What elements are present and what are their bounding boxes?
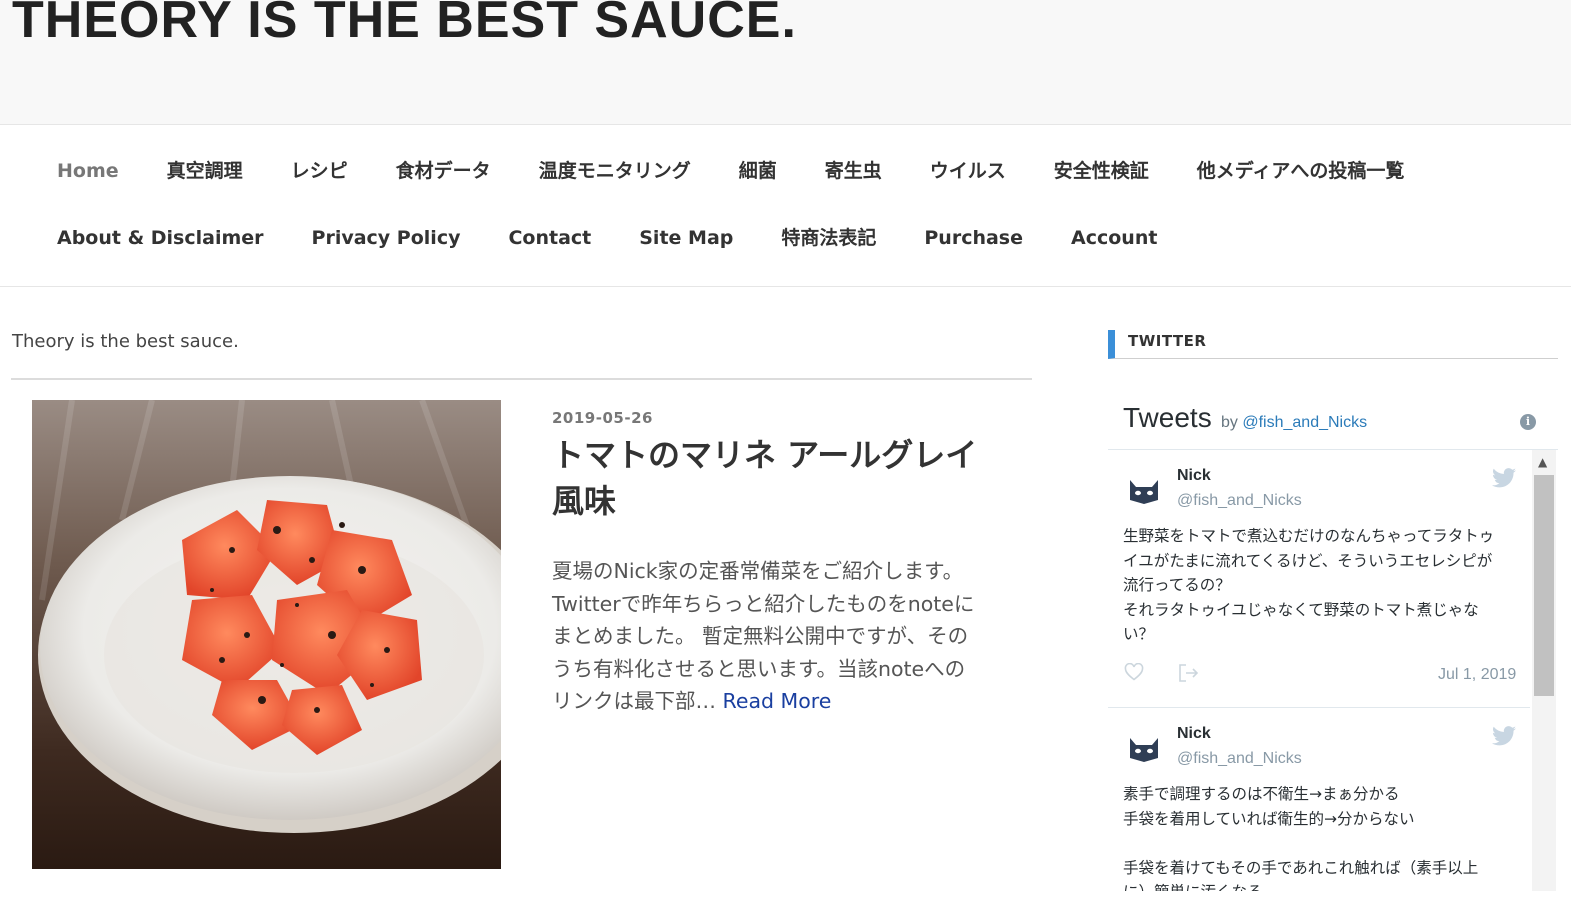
content-divider (11, 378, 1032, 380)
tweet-author-name[interactable]: Nick (1177, 725, 1211, 743)
nav-item-legal-notice[interactable]: 特商法表記 (781, 225, 876, 251)
tweets-label[interactable]: Tweets (1123, 402, 1212, 434)
tweet-text-line: 手袋を着けてもその手であれこれ触れば（素手以上 (1123, 858, 1479, 877)
timeline-scrollbar[interactable]: ▲ (1532, 450, 1556, 891)
nav-row-2: About & Disclaimer Privacy Policy Contac… (57, 225, 1157, 251)
site-title[interactable]: THEORY IS THE BEST SAUCE. (12, 0, 797, 50)
tweet-list[interactable]: Nick @fish_and_Nicks 生野菜をトマトで煮込むだけのなんちゃっ… (1108, 450, 1558, 891)
twitter-bird-icon[interactable] (1492, 468, 1516, 488)
twitter-widget-title: TWITTER (1108, 330, 1558, 359)
tweets-by: by @fish_and_Nicks (1221, 414, 1367, 432)
twitter-timeline: Tweets by @fish_and_Nicks i Nick @fish_a… (1108, 388, 1558, 891)
info-icon[interactable]: i (1520, 414, 1536, 430)
tweet-author-handle[interactable]: @fish_and_Nicks (1177, 750, 1302, 768)
tweet-text-line: に）簡単に汚くなる (1123, 880, 1523, 891)
scrollbar-thumb[interactable] (1534, 475, 1554, 696)
tweet[interactable]: Nick @fish_and_Nicks 素手で調理するのは不衛生→まぁ分かる … (1108, 708, 1530, 891)
timeline-handle-link[interactable]: @fish_and_Nicks (1242, 414, 1367, 431)
nav-item-temperature-monitoring[interactable]: 温度モニタリング (539, 158, 691, 184)
post-thumbnail[interactable] (32, 400, 501, 869)
site-tagline: Theory is the best sauce. (12, 331, 239, 352)
nav-item-privacy-policy[interactable]: Privacy Policy (312, 225, 461, 251)
nav-item-contact[interactable]: Contact (508, 225, 591, 251)
tweet-author-name[interactable]: Nick (1177, 467, 1211, 485)
avatar-cat-icon[interactable] (1124, 470, 1164, 510)
excerpt-line: まとめました。 暫定無料公開中ですが、その (552, 624, 969, 649)
heart-icon[interactable] (1124, 663, 1144, 681)
twitter-bird-icon[interactable] (1492, 726, 1516, 746)
post-title-line-1[interactable]: トマトのマリネ アールグレイ (552, 436, 977, 474)
nav-item-about[interactable]: About & Disclaimer (57, 225, 264, 251)
excerpt-line: 夏場のNick家の定番常備菜をご紹介します。 (552, 559, 964, 583)
nav-item-parasites[interactable]: 寄生虫 (825, 158, 882, 184)
nav-item-account[interactable]: Account (1071, 225, 1157, 251)
nav-item-recipes[interactable]: レシピ (291, 158, 348, 184)
chevron-up-icon[interactable]: ▲ (1538, 456, 1547, 468)
tweet-text-line: それラタトゥイユじゃなくて野菜のトマト煮じゃな (1123, 600, 1479, 619)
post-title-line-2[interactable]: 風味 (552, 482, 616, 520)
tweet-text-line: 生野菜をトマトで煮込むだけのなんちゃってラタトゥ (1123, 527, 1495, 545)
post-title[interactable]: トマトのマリネ アールグレイ 風味 (552, 432, 1002, 524)
read-more-link[interactable]: Read More (723, 689, 832, 713)
avatar-cat-icon[interactable] (1124, 728, 1164, 768)
tweet-text: 素手で調理するのは不衛生→まぁ分かる 手袋を着用していれば衛生的→分からない 手… (1123, 782, 1523, 891)
tweet-text-line: 流行ってるの？ (1123, 576, 1231, 594)
post-date: 2019-05-26 (552, 409, 653, 427)
tomato-marinade-photo (32, 400, 501, 869)
excerpt-line: リンクは最下部… (552, 689, 716, 714)
nav-item-other-media-posts[interactable]: 他メディアへの投稿一覧 (1197, 158, 1405, 184)
nav-row-1: Home 真空調理 レシピ 食材データ 温度モニタリング 細菌 寄生虫 ウイルス… (57, 158, 1404, 184)
tweet-text-line: 手袋を着用していれば衛生的→分からない (1123, 809, 1415, 828)
tweet-text-line: 素手で調理するのは不衛生→まぁ分かる (1123, 785, 1400, 803)
nav-item-ingredient-data[interactable]: 食材データ (396, 158, 491, 184)
site-header: THEORY IS THE BEST SAUCE. (0, 0, 1571, 125)
tweet-text-line: イユがたまに流れてくるけど、そういうエセレシピが (1123, 551, 1493, 570)
by-label: by (1221, 414, 1238, 431)
tweet-text-line: い？ (1123, 625, 1155, 643)
post-excerpt: 夏場のNick家の定番常備菜をご紹介します。 Twitterで昨年ちらっと紹介し… (552, 555, 1007, 718)
tweet-text: 生野菜をトマトで煮込むだけのなんちゃってラタトゥ イユがたまに流れてくるけど、そ… (1123, 524, 1523, 647)
twitter-timeline-header: Tweets by @fish_and_Nicks i (1108, 388, 1558, 450)
nav-item-home[interactable]: Home (57, 158, 119, 184)
nav-item-site-map[interactable]: Site Map (639, 225, 733, 251)
tweet[interactable]: Nick @fish_and_Nicks 生野菜をトマトで煮込むだけのなんちゃっ… (1108, 450, 1530, 708)
nav-item-purchase[interactable]: Purchase (924, 225, 1023, 251)
nav-item-sous-vide[interactable]: 真空調理 (167, 158, 243, 184)
nav-item-safety-verification[interactable]: 安全性検証 (1054, 158, 1149, 184)
tweet-author-handle[interactable]: @fish_and_Nicks (1177, 492, 1302, 510)
tweet-text-line (1123, 831, 1523, 856)
share-icon[interactable] (1178, 663, 1200, 683)
nav-item-viruses[interactable]: ウイルス (930, 158, 1006, 184)
tweet-date[interactable]: Jul 1, 2019 (1438, 666, 1516, 684)
excerpt-line: うち有料化させると思います。当該noteへの (552, 656, 966, 681)
main-nav: Home 真空調理 レシピ 食材データ 温度モニタリング 細菌 寄生虫 ウイルス… (0, 126, 1571, 287)
excerpt-line: Twitterで昨年ちらっと紹介したものをnoteに (552, 591, 975, 616)
nav-item-bacteria[interactable]: 細菌 (739, 158, 777, 184)
